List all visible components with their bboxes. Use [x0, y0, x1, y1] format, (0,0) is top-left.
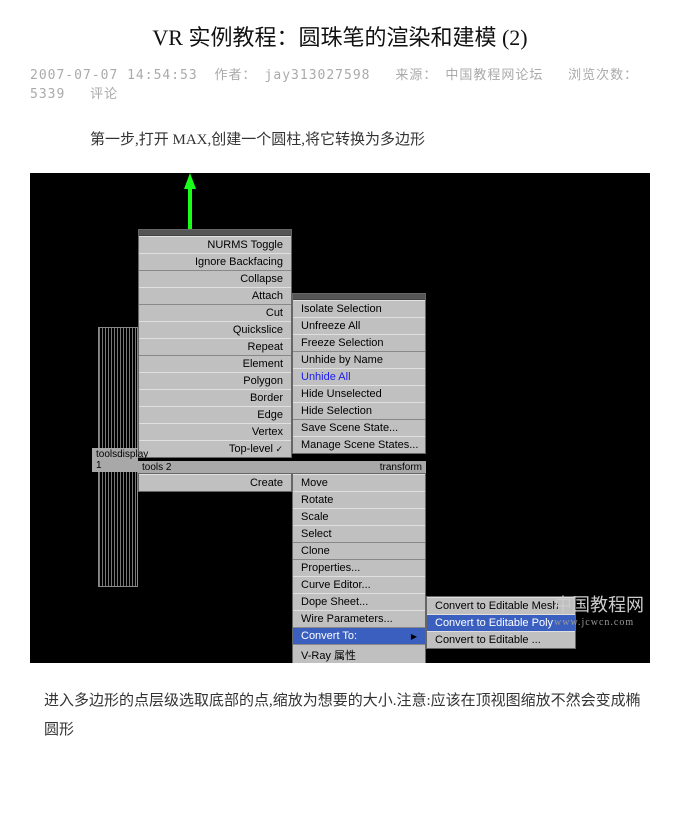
menu-item[interactable]: Border	[139, 389, 291, 406]
menu-item[interactable]: Select	[293, 525, 425, 542]
menu-item[interactable]: Convert to Editable ...	[427, 631, 575, 648]
meta-date: 2007-07-07 14:54:53	[30, 68, 198, 83]
axis-gizmo	[188, 173, 196, 229]
menu-item[interactable]: Wire Parameters...	[293, 610, 425, 627]
menu-item[interactable]: Ignore Backfacing	[139, 253, 291, 270]
menu-item[interactable]: Hide Selection	[293, 402, 425, 419]
screenshot-3dsmax: NURMS Toggle Ignore Backfacing Collapse …	[30, 173, 650, 663]
menu-item[interactable]: Collapse	[139, 270, 291, 287]
menu-item[interactable]: Convert to Editable Mesh	[427, 597, 575, 614]
menu-item[interactable]: NURMS Toggle	[139, 236, 291, 253]
menu-item[interactable]: Isolate Selection	[293, 300, 425, 317]
quad-menu-top-right[interactable]: Isolate Selection Unfreeze All Freeze Se…	[292, 293, 426, 454]
menu-item[interactable]: Attach	[139, 287, 291, 304]
submenu-convert-to[interactable]: Convert to Editable Mesh Convert to Edit…	[426, 596, 576, 649]
quad-menu-bottom-left[interactable]: Create	[138, 473, 292, 492]
step-1-text: 第一步,打开 MAX,创建一个圆柱,将它转换为多边形	[90, 128, 650, 149]
menu-item[interactable]: Freeze Selection	[293, 334, 425, 351]
y-axis-arrow-icon	[184, 173, 196, 189]
menu-item[interactable]: Clone	[293, 542, 425, 559]
page-title: VR 实例教程：圆珠笔的渲染和建模 (2)	[30, 20, 650, 52]
menu-item[interactable]: Unfreeze All	[293, 317, 425, 334]
quad-menu-bottom-right[interactable]: Move Rotate Scale Select Clone Propertie…	[292, 473, 426, 663]
menu-item-convert-to[interactable]: Convert To:	[293, 627, 425, 644]
menu-item[interactable]: Properties...	[293, 559, 425, 576]
meta-source: 来源：中国教程网论坛	[395, 68, 551, 83]
menu-item[interactable]: Curve Editor...	[293, 576, 425, 593]
menu-item[interactable]: Dope Sheet...	[293, 593, 425, 610]
menu-item-toplevel[interactable]: Top-level	[139, 440, 291, 457]
menu-item-convert-poly[interactable]: Convert to Editable Poly	[427, 614, 575, 631]
toolbar-label-1: tools 1display	[92, 448, 138, 472]
menu-item[interactable]: Polygon	[139, 372, 291, 389]
menu-item[interactable]: Repeat	[139, 338, 291, 355]
article-page: VR 实例教程：圆珠笔的渲染和建模 (2) 2007-07-07 14:54:5…	[0, 0, 680, 764]
menu-item[interactable]: Edge	[139, 406, 291, 423]
menu-item[interactable]: Cut	[139, 304, 291, 321]
meta-comments[interactable]: 评论	[90, 87, 118, 102]
menu-item[interactable]: Quickslice	[139, 321, 291, 338]
menu-item[interactable]: Save Scene State...	[293, 419, 425, 436]
menu-item[interactable]: Rotate	[293, 491, 425, 508]
menu-item[interactable]: Scale	[293, 508, 425, 525]
menu-item[interactable]: Manage Scene States...	[293, 436, 425, 453]
menu-item[interactable]: V-Ray 属性	[293, 644, 425, 663]
menu-item[interactable]: Unhide by Name	[293, 351, 425, 368]
menu-item[interactable]: Element	[139, 355, 291, 372]
menu-item[interactable]: Vertex	[139, 423, 291, 440]
menu-item-create[interactable]: Create	[139, 474, 291, 491]
menu-item[interactable]: Hide Unselected	[293, 385, 425, 402]
meta-author: 作者：jay313027598	[215, 68, 379, 83]
menu-item[interactable]: Move	[293, 474, 425, 491]
step-2-text: 进入多边形的点层级选取底部的点,缩放为想要的大小.注意:应该在顶视图缩放不然会变…	[44, 687, 650, 744]
article-meta: 2007-07-07 14:54:53 作者：jay313027598 来源：中…	[30, 64, 650, 102]
y-axis-stem	[188, 189, 192, 229]
quad-menu-top-left[interactable]: NURMS Toggle Ignore Backfacing Collapse …	[138, 229, 292, 458]
menu-item-unhide-all[interactable]: Unhide All	[293, 368, 425, 385]
